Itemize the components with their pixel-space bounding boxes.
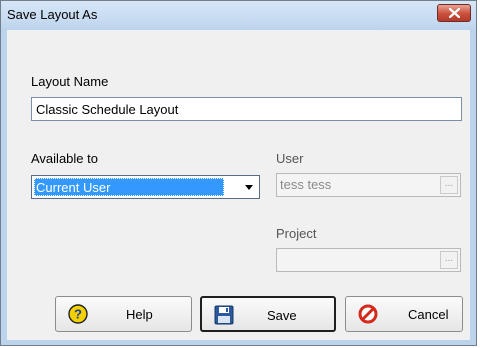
- help-button[interactable]: ? Help: [55, 296, 192, 332]
- cancel-button[interactable]: Cancel: [345, 296, 463, 332]
- floppy-disk-icon: [214, 305, 234, 325]
- help-button-label: Help: [126, 307, 153, 322]
- close-button[interactable]: [437, 4, 471, 22]
- user-browse-button[interactable]: ...: [440, 176, 458, 194]
- cancel-button-label: Cancel: [408, 307, 449, 322]
- project-field: ...: [276, 248, 461, 272]
- save-layout-dialog: Save Layout As Layout Name Classic Sched…: [0, 0, 477, 346]
- cancel-icon: [358, 304, 378, 324]
- save-button[interactable]: Save: [200, 296, 336, 332]
- available-to-label: Available to: [31, 151, 98, 166]
- available-to-select[interactable]: Current User: [31, 175, 260, 199]
- svg-text:?: ?: [74, 307, 82, 322]
- user-field: tess tess ...: [276, 173, 461, 197]
- layout-name-label: Layout Name: [31, 74, 109, 89]
- title-bar: Save Layout As: [1, 1, 476, 29]
- save-button-label: Save: [267, 308, 297, 323]
- available-to-selected-value: Current User: [34, 178, 224, 196]
- dialog-body: Layout Name Classic Schedule Layout Avai…: [7, 30, 470, 340]
- project-label: Project: [276, 226, 317, 241]
- user-label: User: [276, 151, 304, 166]
- close-icon: [449, 8, 460, 18]
- chevron-down-icon: [245, 185, 253, 190]
- dialog-title: Save Layout As: [7, 7, 98, 22]
- layout-name-input[interactable]: Classic Schedule Layout: [31, 97, 462, 121]
- help-icon: ?: [68, 304, 88, 324]
- project-browse-button[interactable]: ...: [440, 251, 458, 269]
- dropdown-button[interactable]: [241, 178, 257, 196]
- user-value: tess tess: [280, 177, 332, 192]
